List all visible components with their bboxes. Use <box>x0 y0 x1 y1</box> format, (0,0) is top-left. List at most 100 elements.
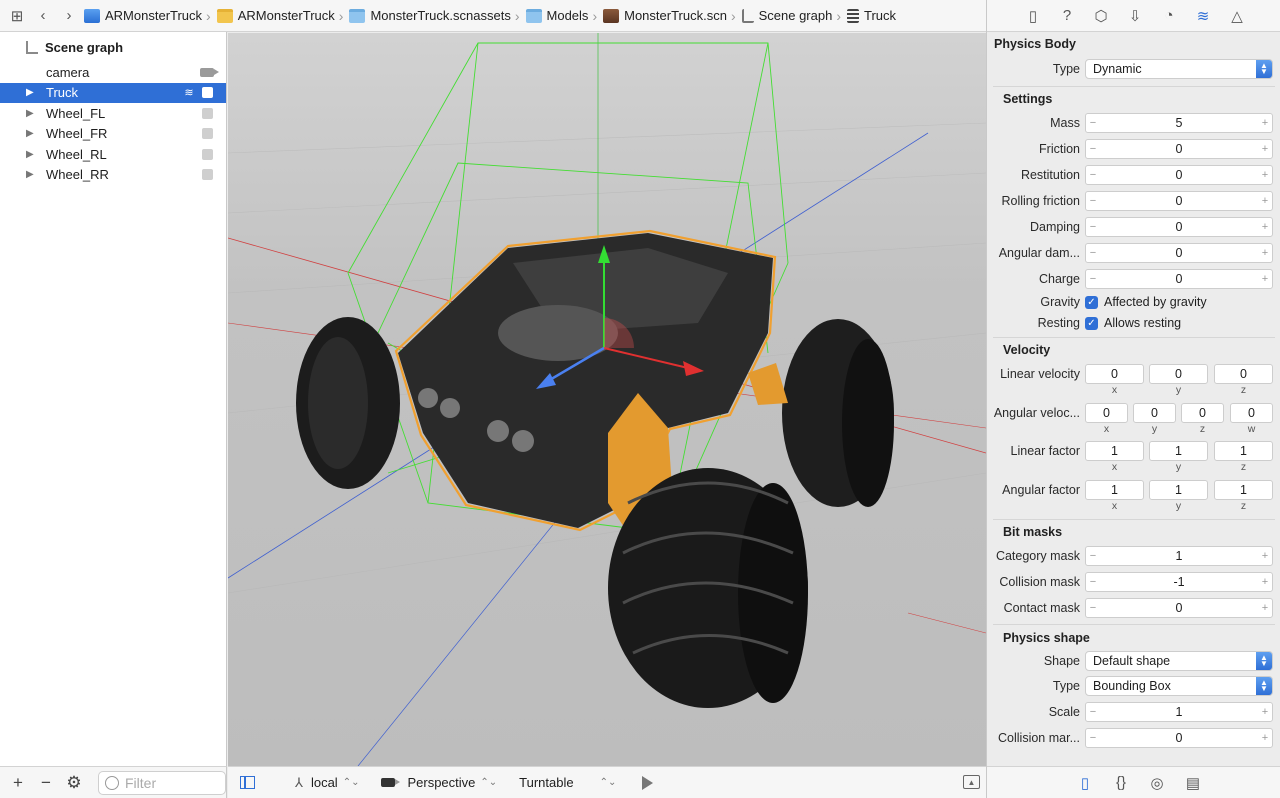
node-camera[interactable]: camera <box>0 62 226 83</box>
friction-field[interactable]: −0 + <box>1085 139 1273 159</box>
charge-field[interactable]: −0 + <box>1085 269 1273 289</box>
increment-button[interactable]: + <box>1258 117 1272 129</box>
restitution-field[interactable]: −0 + <box>1085 165 1273 185</box>
increment-button[interactable]: + <box>1258 195 1272 207</box>
angular-velocity-x-field[interactable]: 0 <box>1085 403 1128 423</box>
resting-checkbox[interactable]: ✓ Allows resting <box>1085 316 1181 330</box>
disclosure-triangle-icon[interactable]: ▶ <box>26 149 42 160</box>
disclosure-triangle-icon[interactable]: ▶ <box>26 169 42 180</box>
node-wheel-fr[interactable]: ▶ Wheel_FR <box>0 124 226 145</box>
breadcrumb-scene-file[interactable]: MonsterTruck.scn › <box>603 8 742 24</box>
angular-velocity-w-field[interactable]: 0 <box>1230 403 1273 423</box>
coordinate-space-popup[interactable]: ⅄ local ⌃⌄ <box>295 775 359 791</box>
increment-button[interactable]: + <box>1258 706 1272 718</box>
increment-button[interactable]: + <box>1258 732 1272 744</box>
node-wheel-rr[interactable]: ▶ Wheel_RR <box>0 165 226 186</box>
mass-field[interactable]: −5 + <box>1085 113 1273 133</box>
scene-inspector-icon[interactable]: △ <box>1227 6 1247 26</box>
navigation-mode-popup[interactable]: Turntable ⌃⌄ <box>519 775 616 790</box>
decrement-button[interactable]: − <box>1086 576 1100 588</box>
file-inspector-icon[interactable]: ▯ <box>1023 6 1043 26</box>
shape-type-popup[interactable]: Bounding Box ▲ ▼ <box>1085 676 1273 696</box>
collision-margin-field[interactable]: −0 + <box>1085 728 1273 748</box>
node-truck[interactable]: ▶ Truck ≋ <box>0 82 226 103</box>
play-icon[interactable] <box>642 775 654 790</box>
code-snippet-icon[interactable]: {} <box>1111 773 1131 793</box>
add-node-button[interactable]: + <box>6 772 30 794</box>
node-inspector-icon[interactable]: ⬡ <box>1091 6 1111 26</box>
breadcrumb-scnassets[interactable]: MonsterTruck.scnassets › <box>349 8 525 24</box>
related-items-icon[interactable]: ⊞ <box>6 5 28 27</box>
material-inspector-icon[interactable]: ◔ <box>1159 6 1179 26</box>
increment-button[interactable]: + <box>1258 221 1272 233</box>
decrement-button[interactable]: − <box>1086 195 1100 207</box>
camera-popup[interactable]: Perspective ⌃⌄ <box>381 775 497 790</box>
filter-input[interactable]: Filter <box>98 770 226 795</box>
linear-velocity-x-field[interactable]: 0 <box>1085 364 1144 384</box>
gravity-checkbox[interactable]: ✓ Affected by gravity <box>1085 295 1207 309</box>
decrement-button[interactable]: − <box>1086 117 1100 129</box>
contact-mask-field[interactable]: −0 + <box>1085 598 1273 618</box>
linear-factor-x-field[interactable]: 1 <box>1085 441 1144 461</box>
decrement-button[interactable]: − <box>1086 273 1100 285</box>
breadcrumb-group[interactable]: ARMonsterTruck › <box>216 8 350 24</box>
shape-popup[interactable]: Default shape ▲ ▼ <box>1085 651 1273 671</box>
file-template-icon[interactable]: ▯ <box>1075 773 1095 793</box>
decrement-button[interactable]: − <box>1086 143 1100 155</box>
increment-button[interactable]: + <box>1258 602 1272 614</box>
chevron-updown-icon: ⌃⌄ <box>342 777 360 788</box>
angular-factor-z-field[interactable]: 1 <box>1214 480 1273 500</box>
forward-button[interactable]: › <box>58 5 80 27</box>
increment-button[interactable]: + <box>1258 550 1272 562</box>
increment-button[interactable]: + <box>1258 273 1272 285</box>
angular-velocity-z-field[interactable]: 0 <box>1181 403 1224 423</box>
angular-velocity-y-field[interactable]: 0 <box>1133 403 1176 423</box>
increment-button[interactable]: + <box>1258 169 1272 181</box>
scene-panel-toggle-icon[interactable]: ▲ <box>963 775 980 789</box>
scene-viewport[interactable] <box>228 33 986 766</box>
angular-factor-x-field[interactable]: 1 <box>1085 480 1144 500</box>
toggle-outline-icon[interactable] <box>240 776 255 789</box>
remove-node-button[interactable]: − <box>34 772 58 794</box>
node-wheel-rl[interactable]: ▶ Wheel_RL <box>0 144 226 165</box>
rolling-friction-field[interactable]: −0 + <box>1085 191 1273 211</box>
decrement-button[interactable]: − <box>1086 169 1100 181</box>
scale-row: Scale −1 + <box>987 701 1280 723</box>
media-library-icon[interactable]: ▤ <box>1183 773 1203 793</box>
increment-button[interactable]: + <box>1258 143 1272 155</box>
linear-factor-y-field[interactable]: 1 <box>1149 441 1208 461</box>
breadcrumb-node[interactable]: Truck <box>847 8 896 23</box>
angular-factor-y-field[interactable]: 1 <box>1149 480 1208 500</box>
disclosure-triangle-icon[interactable]: ▶ <box>26 87 42 98</box>
disclosure-triangle-icon[interactable]: ▶ <box>26 128 42 139</box>
decrement-button[interactable]: − <box>1086 247 1100 259</box>
gear-icon[interactable]: ⚙ <box>62 772 86 794</box>
category-mask-field[interactable]: −1 + <box>1085 546 1273 566</box>
scale-field[interactable]: −1 + <box>1085 702 1273 722</box>
object-library-icon[interactable]: ◎ <box>1147 773 1167 793</box>
breadcrumb-project[interactable]: ARMonsterTruck › <box>84 8 217 24</box>
decrement-button[interactable]: − <box>1086 221 1100 233</box>
linear-velocity-z-field[interactable]: 0 <box>1214 364 1273 384</box>
damping-field[interactable]: −0 + <box>1085 217 1273 237</box>
breadcrumb-models[interactable]: Models › <box>525 8 604 24</box>
decrement-button[interactable]: − <box>1086 706 1100 718</box>
back-button[interactable]: ‹ <box>32 5 54 27</box>
increment-button[interactable]: + <box>1258 247 1272 259</box>
linear-velocity-y-field[interactable]: 0 <box>1149 364 1208 384</box>
checkmark-icon: ✓ <box>1085 295 1098 309</box>
collision-mask-field[interactable]: − -1 + <box>1085 572 1273 592</box>
node-wheel-fl[interactable]: ▶ Wheel_FL <box>0 103 226 124</box>
linear-factor-z-field[interactable]: 1 <box>1214 441 1273 461</box>
attributes-inspector-icon[interactable]: ⇩ <box>1125 6 1145 26</box>
body-type-popup[interactable]: Dynamic ▲ ▼ <box>1085 59 1273 79</box>
disclosure-triangle-icon[interactable]: ▶ <box>26 108 42 119</box>
quick-help-icon[interactable]: ? <box>1057 6 1077 26</box>
physics-inspector-icon[interactable]: ≋ <box>1193 6 1213 26</box>
breadcrumb-scene-graph[interactable]: Scene graph › <box>741 8 847 24</box>
increment-button[interactable]: + <box>1258 576 1272 588</box>
angular-damping-field[interactable]: −0 + <box>1085 243 1273 263</box>
decrement-button[interactable]: − <box>1086 550 1100 562</box>
decrement-button[interactable]: − <box>1086 732 1100 744</box>
decrement-button[interactable]: − <box>1086 602 1100 614</box>
